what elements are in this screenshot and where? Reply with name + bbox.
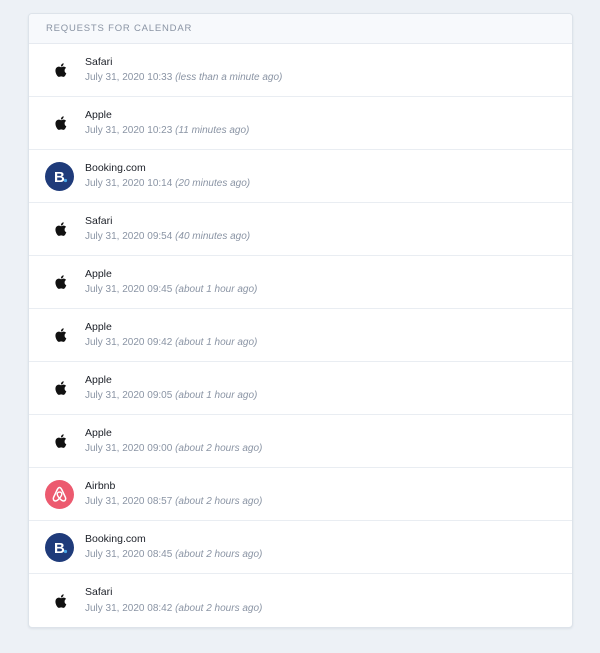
apple-icon [45,321,74,350]
requests-panel: Requests for Calendar Safari July 31, 20… [28,13,573,628]
client-name: Safari [85,586,113,599]
svg-text:B: B [54,540,65,557]
request-time: July 31, 2020 08:42 (about 2 hours ago) [85,602,263,614]
panel-title: Requests for Calendar [46,23,193,34]
request-time: July 31, 2020 09:05 (about 1 hour ago) [85,391,257,401]
request-date: July 31, 2020 08:42 [85,602,173,614]
request-date: July 31, 2020 08:45 [85,549,173,561]
request-time: July 31, 2020 09:54 (40 minutes ago) [85,232,250,242]
request-row: Apple July 31, 2020 09:42 (about 1 hour … [29,309,572,362]
airbnb-icon [45,479,74,509]
request-date: July 31, 2020 08:57 [85,496,173,508]
apple-icon [45,427,74,456]
request-time: July 31, 2020 09:45 (about 1 hour ago) [85,285,257,295]
client-name: Airbnb [85,479,116,492]
request-relative-time: (about 2 hours ago) [175,496,263,508]
panel-header: Requests for Calendar [29,14,572,44]
request-row: Apple July 31, 2020 09:45 (about 1 hour … [29,256,572,309]
request-row: B Booking.com July 31, 2020 10:14 (20 mi… [29,150,572,203]
request-row: Apple July 31, 2020 09:05 (about 1 hour … [29,362,572,415]
request-relative-time: (less than a minute ago) [175,72,283,84]
client-name: Apple [85,426,112,439]
booking-icon: B [45,161,74,191]
request-date: July 31, 2020 09:05 [85,390,173,402]
apple-icon [45,374,74,403]
request-time: July 31, 2020 10:23 (11 minutes ago) [85,126,249,136]
request-row: Apple July 31, 2020 10:23 (11 minutes ag… [29,97,572,150]
client-name: Booking.com [85,161,146,174]
request-row: Apple July 31, 2020 09:00 (about 2 hours… [29,415,572,468]
request-relative-time: (about 2 hours ago) [175,602,263,614]
request-relative-time: (about 2 hours ago) [175,549,263,561]
client-name: Apple [85,320,112,333]
apple-icon [45,268,74,297]
client-name: Apple [85,108,112,121]
request-time: July 31, 2020 09:00 (about 2 hours ago) [85,444,262,454]
booking-icon: B [45,532,74,562]
request-relative-time: (11 minutes ago) [175,125,250,137]
request-relative-time: (about 1 hour ago) [175,337,258,349]
svg-text:B: B [54,169,65,186]
client-name: Apple [85,373,112,386]
client-name: Booking.com [85,532,146,545]
request-row: Safari July 31, 2020 10:33 (less than a … [29,44,572,97]
request-row: Safari July 31, 2020 08:42 (about 2 hour… [29,574,572,627]
request-time: July 31, 2020 08:45 (about 2 hours ago) [85,550,262,560]
request-relative-time: (about 2 hours ago) [175,443,263,455]
request-time: July 31, 2020 08:57 (about 2 hours ago) [85,497,262,507]
request-date: July 31, 2020 10:33 [85,72,173,84]
request-date: July 31, 2020 09:42 [85,337,173,349]
request-time: July 31, 2020 10:14 (20 minutes ago) [85,179,250,189]
client-name: Safari [85,214,113,227]
request-date: July 31, 2020 09:54 [85,231,173,243]
apple-icon [45,215,74,244]
request-time: July 31, 2020 10:33 (less than a minute … [85,73,282,83]
request-date: July 31, 2020 10:14 [85,178,173,190]
request-relative-time: (40 minutes ago) [175,231,251,243]
apple-icon [45,586,74,615]
client-name: Safari [85,55,113,68]
apple-icon [45,56,74,85]
request-date: July 31, 2020 10:23 [85,125,173,137]
request-list: Safari July 31, 2020 10:33 (less than a … [29,44,572,627]
request-relative-time: (about 1 hour ago) [175,284,258,296]
request-row: B Booking.com July 31, 2020 08:45 (about… [29,521,572,574]
request-row: Safari July 31, 2020 09:54 (40 minutes a… [29,203,572,256]
request-time: July 31, 2020 09:42 (about 1 hour ago) [85,338,257,348]
request-relative-time: (20 minutes ago) [175,178,251,190]
request-date: July 31, 2020 09:45 [85,284,173,296]
request-date: July 31, 2020 09:00 [85,443,173,455]
request-relative-time: (about 1 hour ago) [175,390,258,402]
apple-icon [45,109,74,138]
request-row: Airbnb July 31, 2020 08:57 (about 2 hour… [29,468,572,521]
client-name: Apple [85,267,112,280]
